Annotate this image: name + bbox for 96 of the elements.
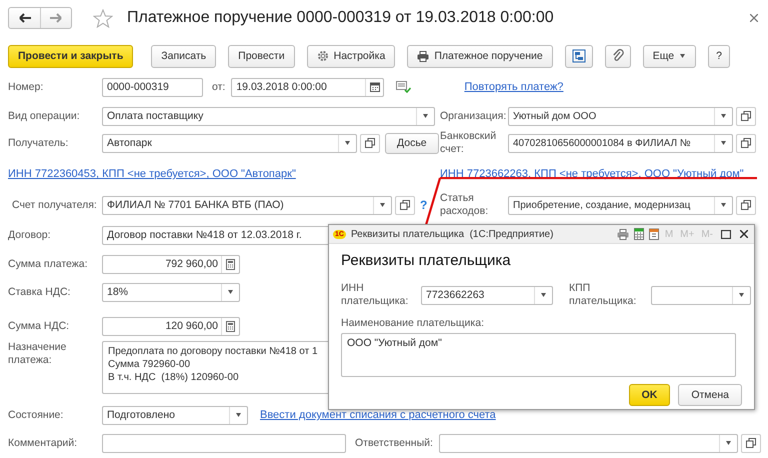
payer-kpp-field[interactable] xyxy=(651,286,751,304)
create-writeoff-link[interactable]: Ввести документ списания с расчетного счета xyxy=(260,409,496,421)
calendar-icon xyxy=(648,228,659,240)
caret-icon xyxy=(379,203,386,207)
field-label: Получатель: xyxy=(8,136,70,150)
payer-inn-field[interactable]: 7723662263 xyxy=(421,286,553,304)
organization-field[interactable]: Уютный дом ООО xyxy=(508,106,733,126)
open-button[interactable] xyxy=(736,196,756,214)
copy-icon xyxy=(741,200,751,210)
more-button[interactable]: Еще xyxy=(642,44,696,68)
field-label: Номер: xyxy=(8,80,44,94)
close-button[interactable] xyxy=(738,230,750,238)
repeat-payment-link[interactable]: Повторять платеж? xyxy=(464,81,564,93)
hierarchy-icon xyxy=(572,49,586,63)
caret-icon xyxy=(422,114,429,118)
open-button[interactable] xyxy=(736,134,756,152)
field-label: Состояние: xyxy=(8,408,64,422)
caret-icon xyxy=(540,293,547,297)
document-check-icon xyxy=(396,81,412,93)
paperclip-icon xyxy=(612,49,624,63)
recipient-details-link[interactable]: ИНН 7722360453, КПП <не требуется>, ООО "Автопарк" xyxy=(8,168,296,180)
caret-icon xyxy=(679,54,686,58)
copy-icon xyxy=(365,138,375,148)
caret-icon xyxy=(720,203,727,207)
toolbar-button[interactable]: Провести xyxy=(228,44,295,68)
open-button[interactable] xyxy=(736,106,756,126)
recipient-account-field[interactable]: ФИЛИАЛ № 7701 БАНКА ВТБ (ПАО) xyxy=(102,196,392,214)
bank-account-field[interactable]: 40702810656000001084 в ФИЛИАЛ № xyxy=(508,134,733,152)
number-field[interactable]: 0000-000319 xyxy=(102,78,203,96)
field-label: Счет получателя: xyxy=(11,198,98,212)
close-icon xyxy=(740,230,748,238)
open-button[interactable] xyxy=(740,434,761,452)
maximize-button[interactable] xyxy=(719,230,733,238)
field-label: от: xyxy=(212,80,226,94)
field-label: Сумма НДС: xyxy=(8,320,70,332)
window-title: Платежное поручение 0000-000319 от 19.03.2018 0:00:00 xyxy=(127,9,554,27)
date-field[interactable]: 19.03.2018 0:00:00 xyxy=(231,78,384,96)
calculator-icon xyxy=(226,320,235,332)
post-and-close-button[interactable]: Провести и закрыть xyxy=(8,44,134,68)
recipient-field[interactable]: Автопарк xyxy=(102,134,357,152)
arrow-right-icon xyxy=(50,13,62,23)
vat-amount-field[interactable]: 120 960,00 xyxy=(102,316,240,336)
field-label: Организация: xyxy=(440,110,508,122)
caret-icon xyxy=(738,293,745,297)
field-label: Ставка НДС: xyxy=(8,286,72,298)
payer-name-field[interactable]: ООО "Уютный дом" xyxy=(341,333,736,377)
star-icon xyxy=(93,8,113,28)
operation-type-field[interactable]: Оплата поставщику xyxy=(102,106,435,126)
help-link[interactable]: ? xyxy=(420,198,428,212)
payment-amount-field[interactable]: 792 960,00 xyxy=(102,254,240,274)
dossier-button[interactable]: Досье xyxy=(385,132,439,154)
field-label: Сумма платежа: xyxy=(8,258,89,270)
printer-icon xyxy=(616,228,629,240)
caret-icon xyxy=(720,141,727,145)
status-field[interactable]: Подготовлено xyxy=(102,406,248,424)
field-label: Договор: xyxy=(8,228,52,242)
field-label: ИНН плательщика: xyxy=(341,282,410,308)
expense-item-field[interactable]: Приобретение, создание, модернизац xyxy=(508,196,733,214)
field-label: Статья расходов: xyxy=(440,192,490,218)
calculator-icon xyxy=(226,258,235,270)
open-button[interactable] xyxy=(395,196,415,214)
field-label: Назначение платежа: xyxy=(8,341,68,367)
arrow-left-icon xyxy=(18,13,30,23)
field-label: КПП плательщика: xyxy=(569,282,638,308)
copy-icon xyxy=(400,200,410,210)
field-label: Наименование плательщика: xyxy=(341,317,485,330)
ok-button[interactable]: OK xyxy=(628,384,670,406)
cancel-button[interactable]: Отмена xyxy=(678,384,742,406)
comment-field[interactable] xyxy=(102,434,346,452)
caret-icon xyxy=(227,290,234,294)
copy-icon xyxy=(741,138,751,148)
field-label: Вид операции: xyxy=(8,110,81,122)
caret-icon xyxy=(235,413,242,417)
vat-rate-field[interactable]: 18% xyxy=(102,282,240,302)
close-icon xyxy=(750,14,758,22)
calendar-icon xyxy=(370,82,380,92)
spreadsheet-icon xyxy=(634,228,644,240)
open-button[interactable] xyxy=(360,134,380,152)
field-label: Комментарий: xyxy=(8,436,78,450)
field-label: Ответственный: xyxy=(355,436,433,450)
caret-icon xyxy=(724,441,732,445)
caret-icon xyxy=(344,141,351,145)
attach-button[interactable] xyxy=(604,44,631,68)
copy-icon xyxy=(741,111,751,121)
copy-icon xyxy=(746,438,756,448)
printer-icon xyxy=(417,50,430,62)
settings-button[interactable]: Настройка xyxy=(306,44,396,68)
field-label: Банковский счет: xyxy=(440,130,498,156)
responsible-field[interactable] xyxy=(438,434,738,452)
toolbar-button[interactable]: Записать xyxy=(151,44,216,68)
toolbar-button[interactable]: ? xyxy=(708,44,730,68)
structure-button[interactable] xyxy=(564,44,593,68)
print-button[interactable]: Платежное поручение xyxy=(407,44,553,68)
gear-icon xyxy=(316,50,329,62)
dialog-heading: Реквизиты плательщика xyxy=(341,252,512,271)
caret-icon xyxy=(720,114,727,118)
